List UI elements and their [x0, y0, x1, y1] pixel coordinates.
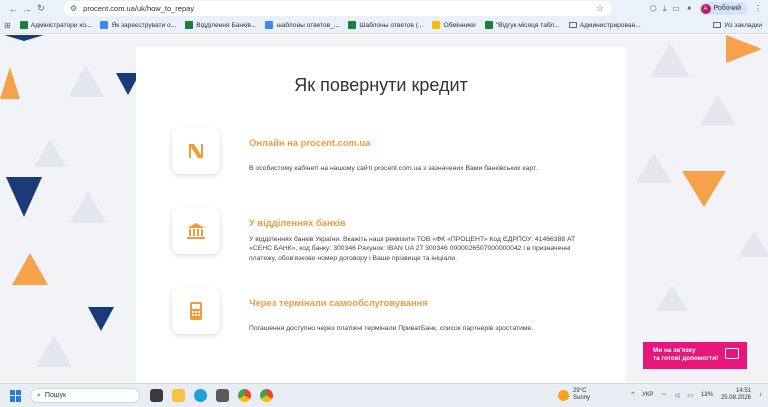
menu-icon[interactable]: ⋮ — [754, 4, 762, 13]
sheets-icon — [185, 21, 194, 29]
docs-icon — [100, 21, 109, 29]
bookmarks-bar: ⊞ Адміністратори ко... Як зареєструвати … — [0, 17, 768, 34]
chrome-icon[interactable] — [238, 389, 251, 402]
method-description: Погашення доступно через платіжні термін… — [249, 325, 534, 332]
all-bookmarks-button[interactable]: Усі закладки — [713, 22, 762, 29]
decor-triangle — [650, 43, 690, 77]
bookmark-item[interactable]: Як зареєструвати о... — [100, 21, 176, 29]
method-title: Онлайн на procent.com.ua — [249, 137, 371, 148]
method-title: Через термінали самообслуговування — [249, 297, 428, 308]
sun-icon — [558, 389, 569, 401]
terminal-icon — [172, 288, 220, 334]
chrome-icon[interactable] — [260, 389, 273, 402]
language-indicator[interactable]: УКР — [642, 392, 653, 398]
battery-percent: 13% — [700, 392, 713, 398]
system-tray: ^ УКР ◠ ◁ ▭ 13% 14:51 25.08.2026 ♪ — [631, 388, 762, 402]
decor-triangle — [34, 139, 66, 167]
browser-toolbar: ← → ↻ ⚙ procent.com.ua/uk/how_to_repay ☆… — [0, 0, 768, 17]
method-title: У відділеннях банків — [249, 217, 346, 228]
decor-triangle — [700, 95, 736, 125]
bank-building-icon — [172, 208, 220, 254]
sheets-icon — [348, 21, 357, 29]
profile-label: Робочий — [713, 5, 741, 12]
folder-icon — [713, 22, 722, 28]
reload-icon[interactable]: ↻ — [34, 2, 48, 16]
weather-temp: 29°C — [573, 388, 587, 394]
taskbar-search[interactable]: ⌕ Пошук — [30, 388, 140, 403]
address-bar[interactable]: ⚙ procent.com.ua/uk/how_to_repay ☆ — [64, 1, 612, 16]
weather-desc: Sunny — [573, 395, 591, 401]
task-view-icon[interactable] — [150, 389, 163, 402]
method-description: У відділеннях банків України. Вкажіть на… — [249, 236, 576, 262]
forward-icon[interactable]: → — [20, 2, 34, 16]
windows-start-icon[interactable] — [10, 389, 22, 402]
search-icon: ⌕ — [37, 391, 41, 399]
chevron-up-icon[interactable]: ^ — [631, 392, 634, 398]
bookmark-item[interactable]: Обмінники — [432, 21, 476, 29]
sheets-icon — [484, 21, 493, 29]
decor-triangle — [0, 67, 20, 99]
file-explorer-icon[interactable] — [172, 389, 185, 402]
extensions-puzzle-icon[interactable]: ✦ — [686, 4, 693, 13]
decor-triangle — [88, 307, 114, 331]
decor-triangle — [738, 231, 768, 257]
docs-icon — [265, 21, 274, 29]
page-content: Як повернути кредит Онлайн на procent.co… — [0, 35, 768, 382]
extension-icon[interactable]: ⬡ — [650, 4, 657, 13]
chat-icon — [725, 348, 739, 359]
edge-icon[interactable] — [194, 389, 207, 402]
weather-widget[interactable]: 29°C Sunny — [558, 388, 590, 402]
clock[interactable]: 14:51 25.08.2026 — [721, 388, 751, 402]
procent-logo-icon — [172, 128, 220, 174]
decor-triangle — [70, 191, 106, 223]
battery-icon[interactable]: ▭ — [687, 392, 693, 399]
sheets-icon — [19, 21, 28, 29]
decor-triangle — [12, 253, 48, 285]
bookmark-item[interactable]: Администрирован... — [568, 22, 641, 29]
notification-bell-icon[interactable]: ♪ — [759, 392, 762, 398]
apps-grid-icon[interactable]: ⊞ — [4, 21, 11, 30]
wifi-icon[interactable]: ◠ — [661, 392, 666, 399]
decor-triangle — [6, 177, 42, 217]
bookmark-item[interactable]: "Відгук місяця табл... — [484, 21, 560, 29]
content-card: Як повернути кредит Онлайн на procent.co… — [136, 47, 626, 382]
decor-triangle — [4, 35, 44, 41]
avatar: A — [700, 3, 711, 14]
page-title: Як повернути кредит — [294, 75, 468, 95]
decor-triangle — [68, 65, 104, 97]
sidebar-icon[interactable]: ▭ — [672, 4, 680, 13]
bookmark-item[interactable]: Шаблоны ответов (... — [348, 21, 423, 29]
site-info-icon[interactable]: ⚙ — [70, 4, 77, 13]
search-placeholder: Пошук — [44, 392, 67, 399]
decor-triangle — [682, 171, 726, 207]
download-icon[interactable]: ⤓ — [663, 4, 667, 14]
method-description: В особистому кабінеті на нашому сайті pr… — [249, 165, 538, 172]
bookmark-item[interactable]: шаблоны ответов_... — [265, 21, 339, 29]
back-icon[interactable]: ← — [6, 2, 20, 16]
chat-widget-button[interactable]: Ми на зв'язку та готові допомогти! — [643, 342, 747, 369]
decor-triangle — [656, 285, 688, 311]
bookmark-item[interactable]: Відділення Банків... — [185, 21, 256, 29]
decor-triangle — [636, 153, 672, 183]
decor-triangle — [36, 335, 72, 367]
url-text: procent.com.ua/uk/how_to_repay — [83, 4, 195, 13]
bookmark-item[interactable]: Адміністратори ко... — [19, 21, 91, 29]
folder-icon — [568, 22, 577, 28]
decor-triangle — [726, 35, 762, 63]
volume-icon[interactable]: ◁ — [675, 392, 680, 399]
bookmark-star-icon[interactable]: ☆ — [596, 3, 604, 14]
profile-button[interactable]: A Робочий — [698, 2, 748, 15]
taskbar: ⌕ Пошук 29°C Sunny ^ УКР ◠ ◁ ▭ 13% 14:51 2… — [0, 383, 768, 407]
store-icon[interactable] — [216, 389, 229, 402]
drive-icon — [432, 21, 441, 29]
